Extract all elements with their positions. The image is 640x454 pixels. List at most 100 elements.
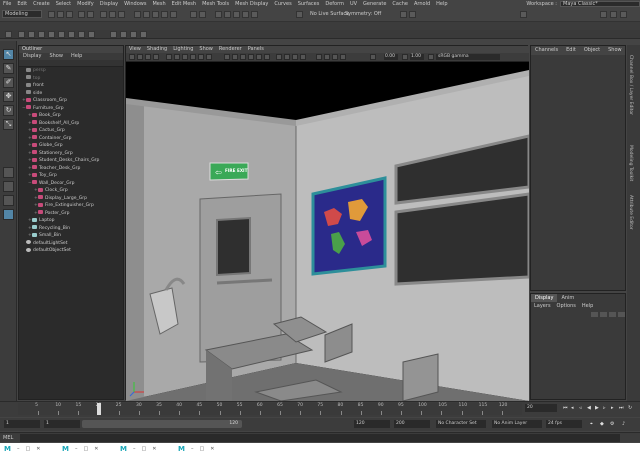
side-tab-channel-box[interactable]: Channel Box / Layer Editor: [628, 55, 633, 115]
resolution-gate-icon[interactable]: [182, 54, 188, 60]
redo-icon[interactable]: [87, 11, 94, 18]
channel-box-icon[interactable]: [620, 11, 627, 18]
cone-icon[interactable]: [58, 31, 65, 38]
side-tab-attribute-editor[interactable]: Attribute Editor: [628, 195, 633, 230]
live-surface-label[interactable]: No Live Surface: [310, 11, 349, 17]
playback-start-field[interactable]: 1: [44, 420, 80, 428]
outliner-item[interactable]: + Poster_Grp: [19, 210, 123, 218]
wireframe-icon[interactable]: [224, 54, 230, 60]
scale-tool-icon[interactable]: ⤡: [3, 119, 14, 130]
bevel-icon[interactable]: [140, 31, 147, 38]
audio-icon[interactable]: ♪: [622, 421, 627, 427]
step-forward-key-icon[interactable]: ▸: [611, 405, 616, 411]
outliner-item[interactable]: + Toy_Grp: [19, 172, 123, 180]
side-tab-modeling-toolkit[interactable]: Modeling Toolkit: [628, 145, 633, 181]
outliner-item[interactable]: + Fire_Extinguisher_Grp: [19, 202, 123, 210]
new-scene-icon[interactable]: [48, 11, 55, 18]
cube-icon[interactable]: [38, 31, 45, 38]
menu-mesh-display[interactable]: Mesh Display: [232, 1, 271, 7]
history-icon[interactable]: [190, 11, 197, 18]
outliner-layout-icon[interactable]: [3, 209, 14, 220]
exposure-icon[interactable]: [370, 54, 376, 60]
outliner-item[interactable]: + Book_Grp: [19, 112, 123, 120]
maximize-icon[interactable]: □: [141, 446, 146, 452]
outliner-item[interactable]: defaultLightSet: [19, 240, 123, 248]
persp-outliner-layout-icon[interactable]: [3, 195, 14, 206]
outliner-item[interactable]: + Teacher_Desk_Grp: [19, 165, 123, 173]
go-to-end-icon[interactable]: ⏭: [619, 405, 624, 411]
xray-icon[interactable]: [324, 54, 330, 60]
outliner-item[interactable]: + Container_Grp: [19, 135, 123, 143]
close-icon[interactable]: ✕: [210, 446, 214, 452]
menu-create[interactable]: Create: [30, 1, 53, 7]
field-chart-icon[interactable]: [198, 54, 204, 60]
lasso-tool-icon[interactable]: ✎: [3, 63, 14, 74]
outliner-item[interactable]: + Classroom_Grp: [19, 97, 123, 105]
animation-start-field[interactable]: 1: [4, 420, 40, 428]
gamma-icon[interactable]: [402, 54, 408, 60]
combine-icon[interactable]: [110, 31, 117, 38]
maximize-icon[interactable]: □: [83, 446, 88, 452]
mel-label[interactable]: MEL: [3, 435, 13, 441]
torus-icon[interactable]: [68, 31, 75, 38]
attribute-editor-icon[interactable]: [600, 11, 607, 18]
close-icon[interactable]: ✕: [152, 446, 156, 452]
menu-display[interactable]: Display: [97, 1, 121, 7]
step-forward-frame-icon[interactable]: ▹: [603, 405, 608, 411]
tool-settings-panel-icon[interactable]: [610, 11, 617, 18]
save-scene-icon[interactable]: [66, 11, 73, 18]
auto-key-icon[interactable]: ◆: [600, 421, 605, 427]
loop-icon[interactable]: ↻: [628, 405, 633, 411]
select-tool-icon[interactable]: ↖: [3, 49, 14, 60]
outliner-item[interactable]: + Recycling_Bin: [19, 225, 123, 233]
ipr-render-icon[interactable]: [224, 11, 231, 18]
xray-components-icon[interactable]: [340, 54, 346, 60]
menu-select[interactable]: Select: [53, 1, 74, 7]
use-all-lights-icon[interactable]: [256, 54, 262, 60]
tab-anim[interactable]: Anim: [557, 294, 578, 302]
menu-modify[interactable]: Modify: [74, 1, 97, 7]
magnet-icon[interactable]: [296, 11, 303, 18]
taskbar-maya-window[interactable]: M – □ ✕: [62, 444, 101, 453]
cylinder-icon[interactable]: [48, 31, 55, 38]
viewport-menu-panels[interactable]: Panels: [245, 46, 267, 53]
color-management-icon[interactable]: [428, 54, 434, 60]
channel-box-menu-object[interactable]: Object: [580, 46, 604, 55]
minimize-icon[interactable]: –: [191, 446, 194, 452]
motion-blur-icon[interactable]: [284, 54, 290, 60]
layer-up-icon[interactable]: [591, 312, 598, 317]
menu-cache[interactable]: Cache: [389, 1, 411, 7]
outliner-item[interactable]: + Display_Large_Grp: [19, 195, 123, 203]
rotate-tool-icon[interactable]: ↻: [3, 105, 14, 116]
outliner-item[interactable]: + Bookshelf_All_Grp: [19, 120, 123, 128]
shadows-icon[interactable]: [264, 54, 270, 60]
taskbar-maya-window[interactable]: M – □ ✕: [178, 444, 217, 453]
mode-dropdown[interactable]: Modeling: [2, 10, 42, 18]
animation-end-field[interactable]: 200: [394, 420, 430, 428]
minimize-icon[interactable]: –: [75, 446, 78, 452]
viewport-menu-shading[interactable]: Shading: [144, 46, 170, 53]
channel-box-menu-edit[interactable]: Edit: [562, 46, 580, 55]
select-object-icon[interactable]: [109, 11, 116, 18]
textured-icon[interactable]: [248, 54, 254, 60]
separate-icon[interactable]: [120, 31, 127, 38]
new-layer-icon[interactable]: [609, 312, 616, 317]
channel-box-menu-channels[interactable]: Channels: [531, 46, 562, 55]
step-back-key-icon[interactable]: ◂: [571, 405, 576, 411]
single-perspective-layout-icon[interactable]: [3, 167, 14, 178]
character-set-dropdown[interactable]: No Character Set: [436, 420, 486, 428]
select-component-icon[interactable]: [118, 11, 125, 18]
move-tool-icon[interactable]: ✥: [3, 91, 14, 102]
maximize-icon[interactable]: □: [25, 446, 30, 452]
play-forwards-icon[interactable]: ▶: [595, 405, 600, 411]
fps-dropdown[interactable]: 24 fps: [546, 420, 582, 428]
maximize-icon[interactable]: □: [199, 446, 204, 452]
smooth-shade-icon[interactable]: [232, 54, 238, 60]
render-icon[interactable]: [215, 11, 222, 18]
tab-display[interactable]: Display: [531, 294, 558, 302]
gamma-field[interactable]: 1.00: [410, 54, 424, 60]
exposure-field[interactable]: 0.00: [384, 54, 398, 60]
taskbar-maya-window[interactable]: M – □ ✕: [4, 444, 43, 453]
taskbar-maya-window[interactable]: M – □ ✕: [120, 444, 159, 453]
outliner-item[interactable]: side: [19, 90, 123, 98]
